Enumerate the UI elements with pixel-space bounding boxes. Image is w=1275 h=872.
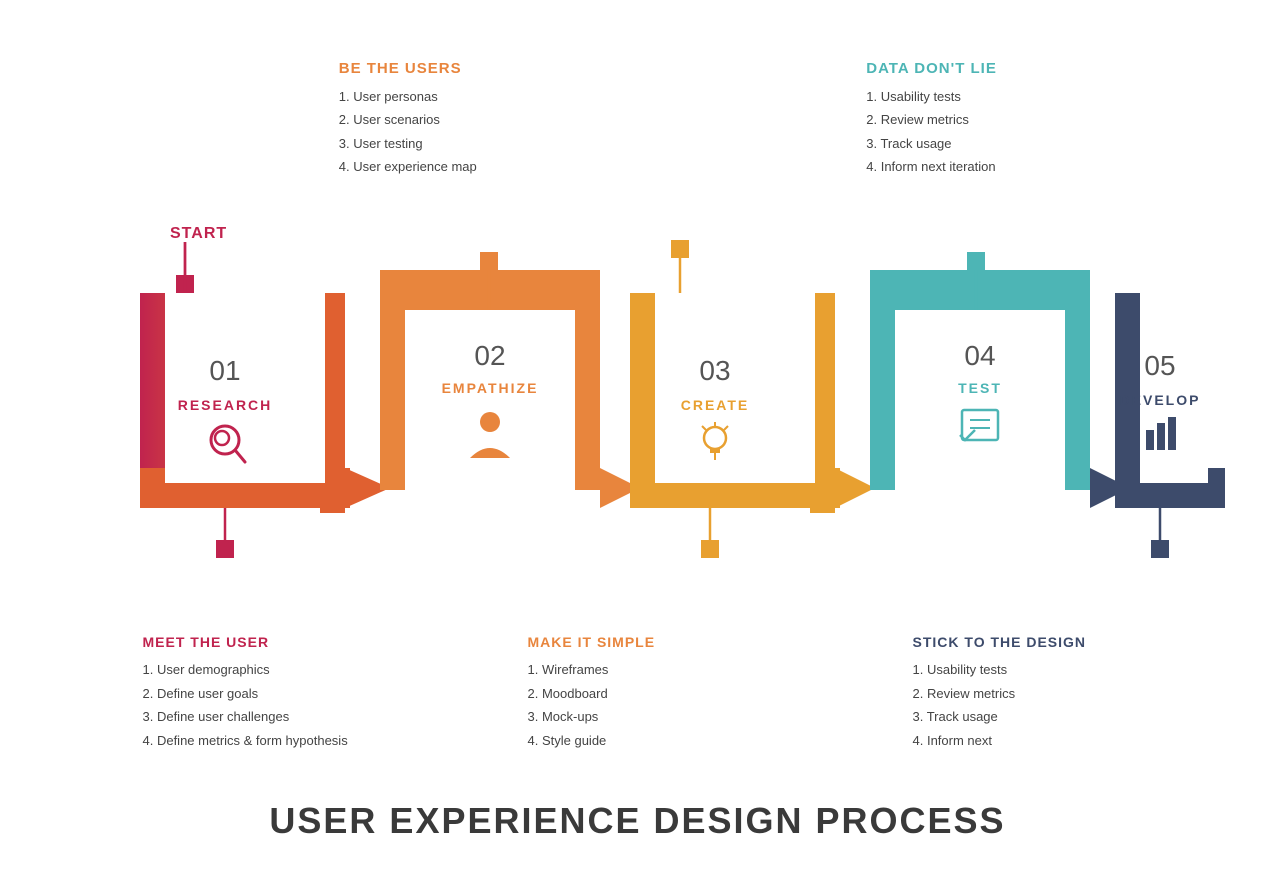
label-title-stick-to-design: STICK TO THE DESIGN <box>913 634 1133 650</box>
svg-text:03: 03 <box>699 355 730 386</box>
label-make-it-simple: MAKE IT SIMPLE 1. Wireframes 2. Moodboar… <box>528 634 748 752</box>
list-item: 1. Usability tests <box>913 658 1133 681</box>
svg-text:01: 01 <box>209 355 240 386</box>
list-item: 2. Review metrics <box>866 108 1146 131</box>
list-item: 3. Define user challenges <box>143 705 363 728</box>
label-list-be-the-users: 1. User personas 2. User scenarios 3. Us… <box>339 85 619 179</box>
bottom-labels: MEET THE USER 1. User demographics 2. De… <box>0 634 1275 752</box>
list-item: 4. Define metrics & form hypothesis <box>143 729 363 752</box>
svg-text:RESEARCH: RESEARCH <box>178 397 273 413</box>
svg-text:TEST: TEST <box>958 380 1002 396</box>
label-meet-the-user: MEET THE USER 1. User demographics 2. De… <box>143 634 363 752</box>
label-list-data-dont-lie: 1. Usability tests 2. Review metrics 3. … <box>866 85 1146 179</box>
list-item: 1. Wireframes <box>528 658 748 681</box>
svg-text:02: 02 <box>474 340 505 371</box>
list-item: 1. User demographics <box>143 658 363 681</box>
label-title-meet-the-user: MEET THE USER <box>143 634 363 650</box>
main-container: BE THE USERS 1. User personas 2. User sc… <box>0 0 1275 872</box>
diagram: START 01 RESEARCH <box>50 200 1225 560</box>
label-title-data-dont-lie: DATA DON'T LIE <box>866 60 1146 77</box>
list-item: 2. User scenarios <box>339 108 619 131</box>
svg-text:05: 05 <box>1144 350 1175 381</box>
list-item: 2. Review metrics <box>913 682 1133 705</box>
label-list-stick-to-design: 1. Usability tests 2. Review metrics 3. … <box>913 658 1133 752</box>
list-item: 4. Inform next iteration <box>866 155 1146 178</box>
list-item: 4. Inform next <box>913 729 1133 752</box>
label-list-meet-the-user: 1. User demographics 2. Define user goal… <box>143 658 363 752</box>
list-item: 2. Define user goals <box>143 682 363 705</box>
svg-text:CREATE: CREATE <box>681 397 750 413</box>
svg-text:EMPATHIZE: EMPATHIZE <box>442 380 539 396</box>
label-data-dont-lie: DATA DON'T LIE 1. Usability tests 2. Rev… <box>866 60 1146 179</box>
list-item: 3. Track usage <box>913 705 1133 728</box>
list-item: 2. Moodboard <box>528 682 748 705</box>
list-item: 4. User experience map <box>339 155 619 178</box>
footer-title: USER EXPERIENCE DESIGN PROCESS <box>0 800 1275 842</box>
list-item: 3. Track usage <box>866 132 1146 155</box>
list-item: 4. Style guide <box>528 729 748 752</box>
svg-text:START: START <box>170 225 227 242</box>
label-be-the-users: BE THE USERS 1. User personas 2. User sc… <box>339 60 619 179</box>
top-labels: BE THE USERS 1. User personas 2. User sc… <box>0 30 1275 179</box>
list-item: 3. Mock-ups <box>528 705 748 728</box>
list-item: 3. User testing <box>339 132 619 155</box>
label-list-make-it-simple: 1. Wireframes 2. Moodboard 3. Mock-ups 4… <box>528 658 748 752</box>
label-title-make-it-simple: MAKE IT SIMPLE <box>528 634 748 650</box>
list-item: 1. Usability tests <box>866 85 1146 108</box>
label-title-be-the-users: BE THE USERS <box>339 60 619 77</box>
label-stick-to-design: STICK TO THE DESIGN 1. Usability tests 2… <box>913 634 1133 752</box>
list-item: 1. User personas <box>339 85 619 108</box>
svg-text:DEVELOP: DEVELOP <box>1120 392 1201 408</box>
svg-text:04: 04 <box>964 340 995 371</box>
